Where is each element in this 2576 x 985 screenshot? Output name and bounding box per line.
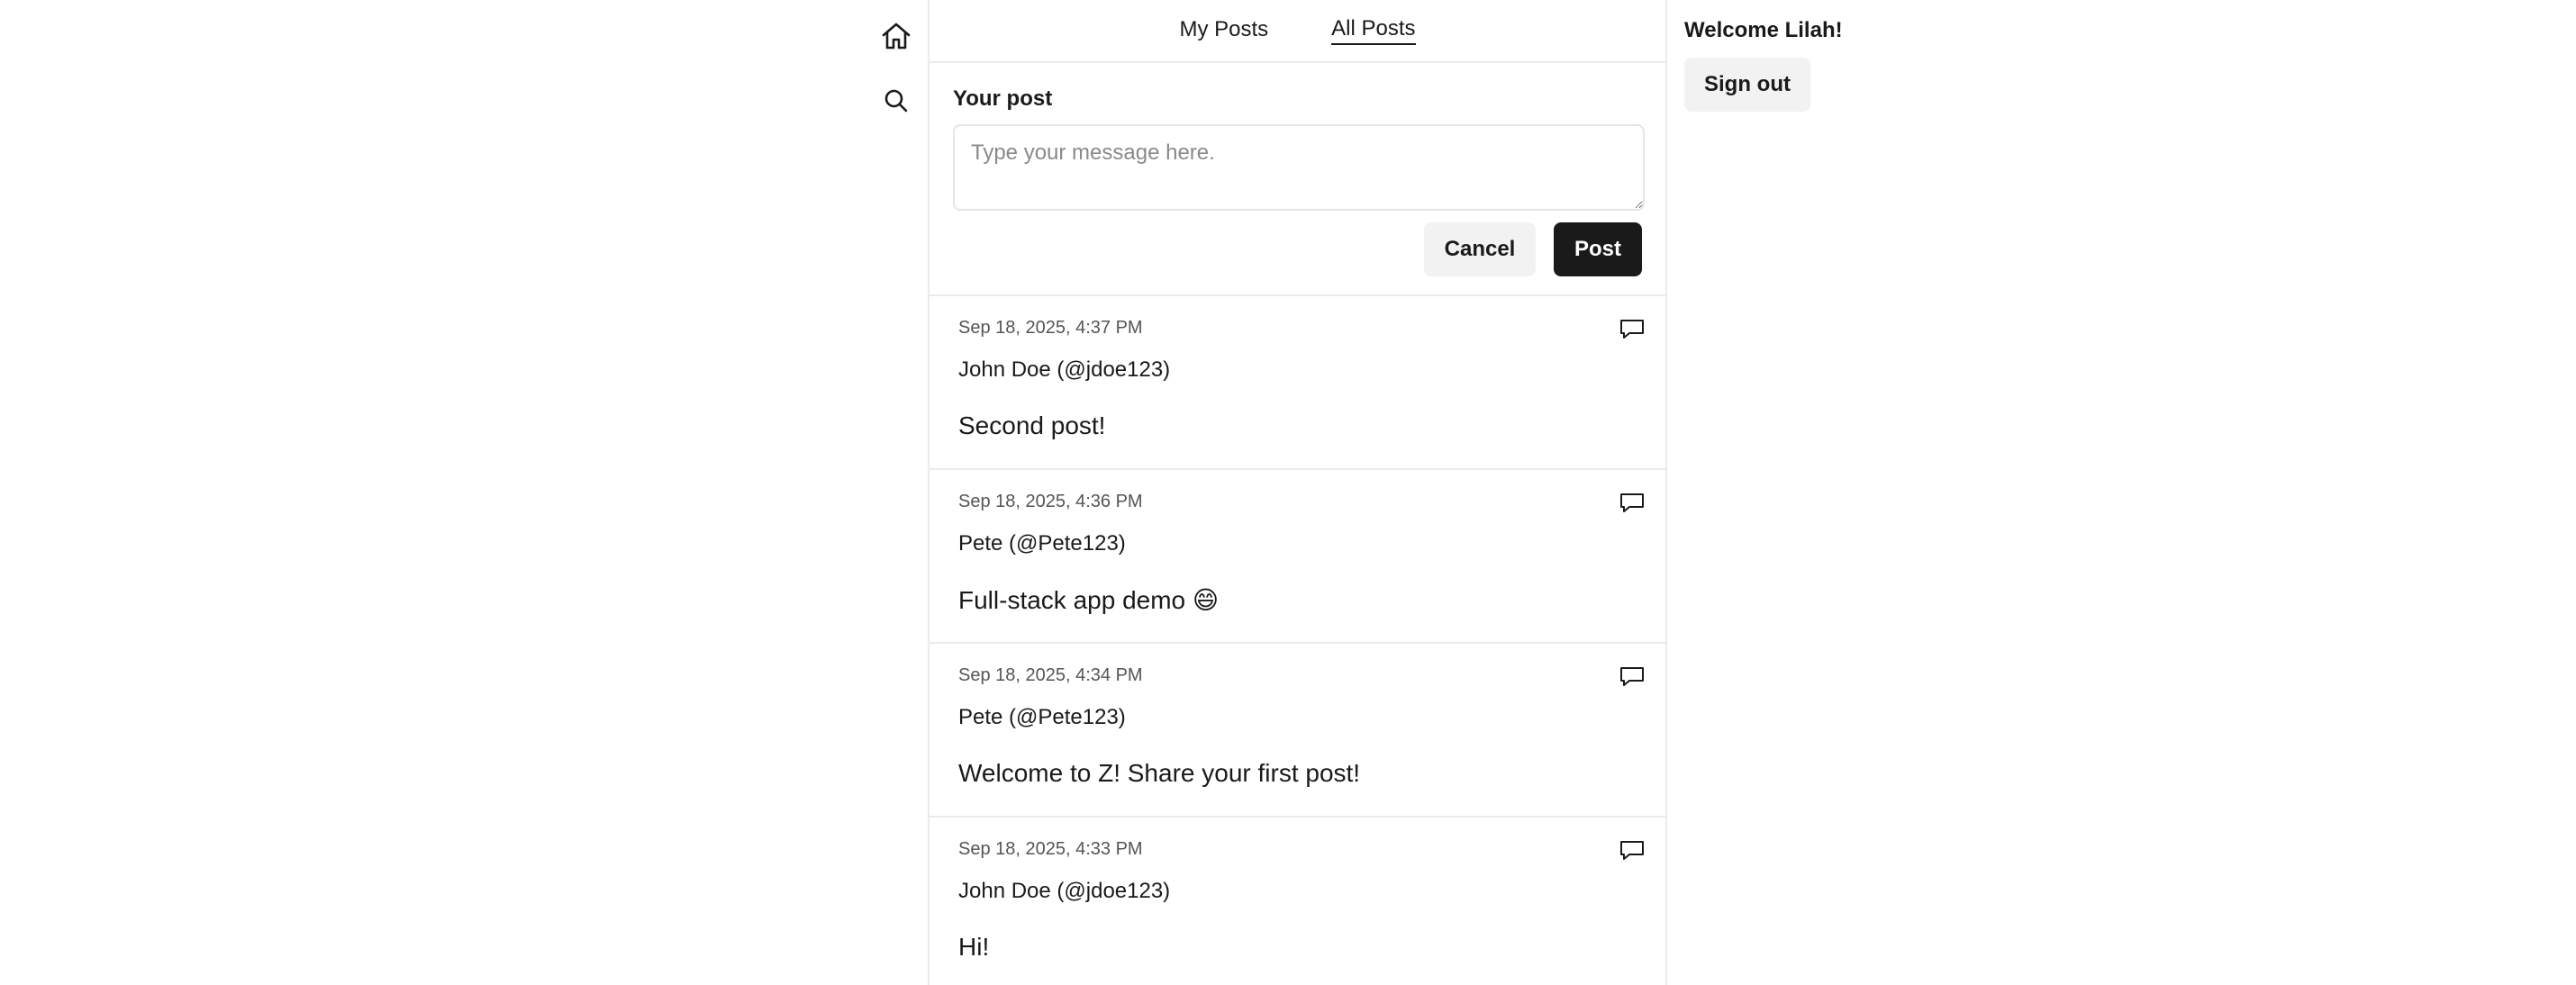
comment-button[interactable] (1617, 837, 1647, 864)
post-body: Full-stack app demo 😄 (958, 586, 1220, 614)
post-item: Sep 18, 2025, 4:34 PM Pete (@Pete123) We… (930, 644, 1665, 818)
post-timestamp: Sep 18, 2025, 4:34 PM (958, 665, 1143, 685)
post-body: Welcome to Z! Share your first post! (958, 759, 1361, 787)
composer-label: Your post (953, 86, 1053, 111)
post-message-input[interactable] (953, 124, 1645, 211)
icon-rail (865, 0, 928, 985)
post-composer: Your post Cancel Post (930, 63, 1665, 296)
post-author: Pete (@Pete123) (958, 705, 1126, 729)
feed-column: My Posts All Posts Your post Cancel Post… (928, 0, 1667, 985)
comment-button[interactable] (1617, 664, 1647, 691)
post-timestamp: Sep 18, 2025, 4:36 PM (958, 492, 1143, 511)
home-button[interactable] (875, 15, 917, 57)
comment-button[interactable] (1617, 490, 1647, 517)
post-item: Sep 18, 2025, 4:37 PM John Doe (@jdoe123… (930, 296, 1665, 470)
post-item: Sep 18, 2025, 4:33 PM John Doe (@jdoe123… (930, 818, 1665, 985)
tab-all-posts[interactable]: All Posts (1331, 16, 1416, 45)
home-icon (882, 23, 911, 50)
comment-button[interactable] (1617, 316, 1647, 343)
post-timestamp: Sep 18, 2025, 4:37 PM (958, 318, 1143, 338)
post-timestamp: Sep 18, 2025, 4:33 PM (958, 839, 1143, 859)
post-author: John Doe (@jdoe123) (958, 357, 1171, 382)
comment-icon (1620, 320, 1644, 339)
sign-out-button[interactable]: Sign out (1684, 58, 1810, 112)
comment-icon (1620, 841, 1644, 860)
composer-actions: Cancel Post (953, 222, 1642, 276)
search-button[interactable] (875, 80, 917, 122)
app-root: My Posts All Posts Your post Cancel Post… (0, 0, 2576, 985)
comment-icon (1620, 493, 1644, 512)
post-item: Sep 18, 2025, 4:36 PM Pete (@Pete123) Fu… (930, 470, 1665, 644)
cancel-button[interactable]: Cancel (1424, 222, 1536, 276)
search-icon (884, 89, 908, 113)
post-author: John Doe (@jdoe123) (958, 879, 1171, 903)
tab-bar: My Posts All Posts (930, 0, 1665, 63)
post-body: Hi! (958, 933, 990, 961)
post-author: Pete (@Pete123) (958, 531, 1126, 556)
post-body: Second post! (958, 411, 1106, 439)
post-button[interactable]: Post (1554, 222, 1642, 276)
user-panel: Welcome Lilah! Sign out (1684, 18, 1843, 112)
tab-my-posts[interactable]: My Posts (1179, 17, 1268, 44)
comment-icon (1620, 667, 1644, 686)
welcome-message: Welcome Lilah! (1684, 18, 1843, 42)
